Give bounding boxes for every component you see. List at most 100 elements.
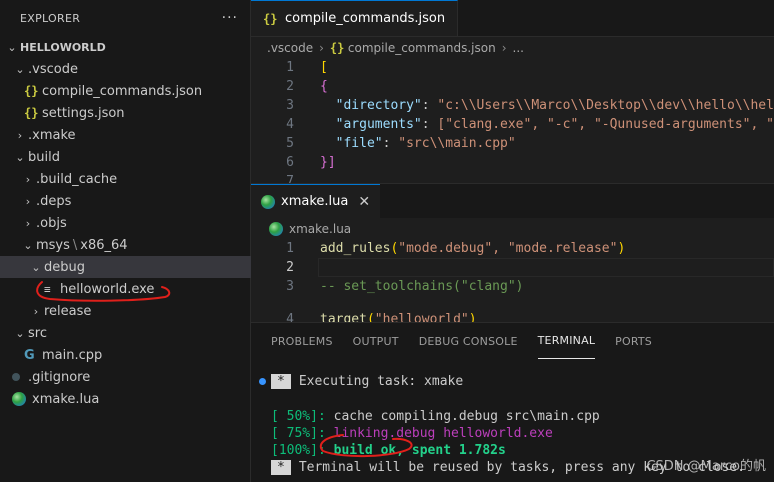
code-line: 1 add_rules("mode.debug", "mode.release") [251, 239, 625, 258]
tree-item-label: .gitignore [28, 369, 91, 385]
tab-output[interactable]: OUTPUT [353, 323, 399, 359]
tree-item-label: main.cpp [42, 347, 103, 363]
build-progress: [ 75%]: [271, 425, 326, 441]
line-number: 6 [286, 155, 294, 170]
lua-file-icon [261, 194, 275, 209]
json-key: "arguments" [335, 117, 422, 132]
chevron-right-icon: › [501, 41, 507, 55]
tree-item-label: xmake.lua [32, 391, 100, 407]
tree-item-xmake-folder[interactable]: › .xmake [0, 124, 251, 146]
tree-item-objs[interactable]: › .objs [0, 212, 251, 234]
json-key: "file" [335, 136, 383, 151]
breadcrumb: .vscode › {} compile_commands.json › ... [251, 37, 774, 59]
tree-item-label: .objs [36, 215, 67, 231]
tree-item-label: x86_64 [80, 237, 128, 253]
code-text: [ [320, 60, 328, 75]
tab-problems[interactable]: PROBLEMS [271, 323, 333, 359]
line-number: 1 [286, 241, 294, 256]
terminal-text: linking.debug [333, 425, 436, 441]
chevron-right-icon: › [33, 304, 39, 318]
terminal-text: Executing task: xmake [298, 373, 464, 389]
tree-item-label: src [28, 325, 47, 341]
line-number: 4 [286, 312, 294, 322]
chevron-down-icon: ⌄ [23, 238, 33, 252]
explorer-header: EXPLORER ··· [0, 0, 250, 36]
editor-tabbar: xmake.lua ✕ [251, 184, 774, 218]
root-folder-label: HELLOWORLD [20, 40, 106, 54]
tree-item-label: debug [44, 259, 85, 275]
chevron-down-icon: ⌄ [15, 150, 25, 164]
tree-item-debug[interactable]: ⌄ debug [0, 256, 251, 278]
chevron-right-icon: › [17, 128, 23, 142]
chevron-down-icon: ⌄ [7, 40, 17, 54]
chevron-down-icon: ⌄ [15, 326, 25, 340]
code-comment: -- set_toolchains("clang") [320, 279, 524, 294]
line-number: 5 [286, 136, 294, 151]
tree-item-main-cpp[interactable]: G main.cpp [0, 344, 251, 366]
editor-group-bottom: xmake.lua ✕ xmake.lua 1 add_rules("mode.d… [251, 183, 774, 323]
tab-label: xmake.lua [281, 194, 349, 209]
chevron-right-icon: › [25, 216, 31, 230]
line-number: 3 [286, 98, 294, 113]
tree-item-label: settings.json [42, 105, 125, 121]
chevron-right-icon: › [25, 194, 31, 208]
code-line: 2{ [251, 77, 328, 96]
breadcrumb-item[interactable]: xmake.lua [289, 222, 351, 236]
asterisk-badge: * [271, 373, 291, 389]
json-file-icon: {} [329, 41, 345, 55]
tree-item-msys[interactable]: ⌄ msys \ x86_64 [0, 234, 251, 256]
terminal-text: cache compiling.debug src\main.cpp [333, 408, 600, 424]
build-result: build ok, spent 1.782s [333, 442, 506, 458]
chevron-down-icon: ⌄ [15, 62, 25, 76]
line-number: 2 [286, 260, 294, 275]
code-line: 3 -- set_toolchains("clang") [251, 277, 524, 296]
tree-item-label: .vscode [28, 61, 78, 77]
task-status-dot-icon [259, 378, 266, 385]
tree-item-settings[interactable]: {} settings.json [0, 102, 251, 124]
json-key: "directory" [335, 98, 422, 113]
terminal-text: helloworld.exe [443, 425, 553, 441]
asterisk-badge: * [271, 459, 291, 475]
chevron-down-icon: ⌄ [31, 260, 41, 274]
tree-item-build[interactable]: ⌄ build [0, 146, 251, 168]
tab-terminal[interactable]: TERMINAL [537, 323, 596, 359]
tree-item-src[interactable]: ⌄ src [0, 322, 251, 344]
tab-ports[interactable]: PORTS [615, 323, 652, 359]
breadcrumb-item[interactable]: compile_commands.json [348, 41, 496, 55]
tab-compile-commands[interactable]: {} compile_commands.json [251, 0, 459, 36]
tree-item-vscode[interactable]: ⌄ .vscode [0, 58, 251, 80]
chevron-right-icon: › [319, 41, 324, 55]
lua-file-icon [269, 222, 283, 236]
tree-root[interactable]: ⌄ HELLOWORLD [0, 36, 251, 58]
json-value: ["clang.exe", "-c", "-Qunused-arguments"… [437, 117, 774, 132]
tab-xmake-lua[interactable]: xmake.lua ✕ [251, 184, 381, 218]
tree-item-label: msys [36, 237, 70, 253]
breadcrumb-item[interactable]: .vscode [267, 41, 313, 55]
more-actions-icon[interactable]: ··· [222, 10, 238, 26]
code-line: 5 "file": "src\\main.cpp" [251, 134, 516, 153]
code-line: 4 "arguments": ["clang.exe", "-c", "-Qun… [251, 115, 774, 134]
breadcrumb-item[interactable]: ... [513, 41, 524, 55]
breadcrumb: xmake.lua [251, 218, 774, 240]
chevron-right-icon: › [25, 172, 31, 186]
close-icon[interactable]: ✕ [358, 194, 370, 210]
tree-item-deps[interactable]: › .deps [0, 190, 251, 212]
tree-item-xmake-lua[interactable]: xmake.lua [0, 388, 251, 410]
tab-debug-console[interactable]: DEBUG CONSOLE [419, 323, 518, 359]
tree-item-release[interactable]: › release [0, 300, 251, 322]
tree-item-compile-commands[interactable]: {} compile_commands.json [0, 80, 251, 102]
code-line: 2 [251, 258, 320, 277]
git-file-icon [12, 373, 20, 381]
explorer-title: EXPLORER [20, 11, 81, 25]
tree-item-label: build [28, 149, 60, 165]
line-number: 2 [286, 79, 294, 94]
tree-item-label: release [44, 303, 92, 319]
tree-item-gitignore[interactable]: .gitignore [0, 366, 251, 388]
json-file-icon: {} [24, 84, 39, 98]
tree-item-label: .xmake [28, 127, 76, 143]
line-number: 3 [286, 279, 294, 294]
tree-item-helloworld-exe[interactable]: ≡ helloworld.exe [0, 278, 251, 300]
tree-item-build-cache[interactable]: › .build_cache [0, 168, 251, 190]
code-line: 3 "directory": "c:\\Users\\Marco\\Deskto… [251, 96, 774, 115]
cpp-file-icon: G [24, 347, 35, 363]
